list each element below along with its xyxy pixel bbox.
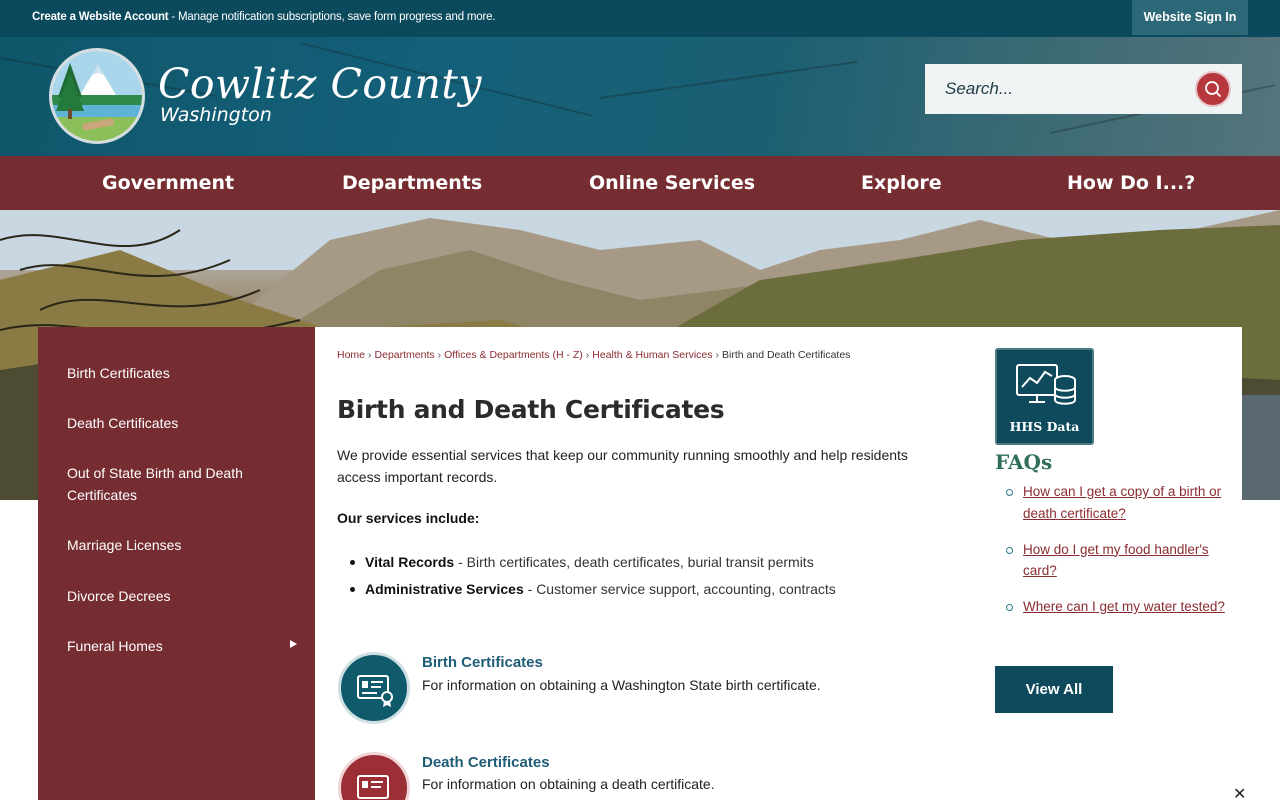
website-sign-in-button[interactable]: Website Sign In bbox=[1132, 0, 1248, 35]
list-item: Administrative Services - Customer servi… bbox=[350, 576, 925, 603]
death-certificate-card-icon[interactable] bbox=[338, 752, 410, 800]
sidebar-menu: Birth Certificates Death Certificates Ou… bbox=[38, 327, 315, 800]
search-icon bbox=[1205, 81, 1221, 97]
account-message: Create a Website Account - Manage notifi… bbox=[32, 11, 495, 23]
sidebar-item-marriage-licenses[interactable]: Marriage Licenses bbox=[67, 534, 267, 556]
birth-certificates-desc: For information on obtaining a Washingto… bbox=[422, 677, 821, 693]
nav-departments[interactable]: Departments bbox=[342, 156, 482, 210]
list-item: How do I get my food handler's card? bbox=[1006, 539, 1233, 582]
service-name: Administrative Services bbox=[365, 581, 524, 597]
brand-name[interactable]: Cowlitz County bbox=[158, 60, 482, 108]
breadcrumb: Home › Departments › Offices & Departments (… bbox=[337, 349, 850, 361]
death-certificates-link[interactable]: Death Certificates bbox=[422, 754, 550, 771]
decorative-branch bbox=[599, 60, 858, 99]
intro-text: We provide essential services that keep … bbox=[337, 447, 908, 485]
faq-link[interactable]: Where can I get my water tested? bbox=[1023, 599, 1225, 614]
birth-certificate-card-icon[interactable] bbox=[338, 652, 410, 724]
faq-link[interactable]: How do I get my food handler's card? bbox=[1023, 542, 1209, 579]
hhs-data-tile[interactable]: HHS Data bbox=[995, 348, 1094, 445]
breadcrumb-home[interactable]: Home bbox=[337, 349, 365, 361]
breadcrumb-separator: › bbox=[368, 349, 372, 361]
account-message-text: - Manage notification subscriptions, sav… bbox=[168, 11, 496, 23]
certificate-icon bbox=[357, 675, 393, 707]
nav-how-do-i[interactable]: How Do I...? bbox=[1067, 156, 1195, 210]
list-item: How can I get a copy of a birth or death… bbox=[1006, 481, 1233, 524]
faq-link[interactable]: How can I get a copy of a birth or death… bbox=[1023, 484, 1221, 521]
sidebar-item-death-certificates[interactable]: Death Certificates bbox=[67, 412, 267, 434]
create-account-link[interactable]: Create a Website Account bbox=[32, 11, 169, 23]
nav-online-services[interactable]: Online Services bbox=[589, 156, 755, 210]
utility-bar: Create a Website Account - Manage notifi… bbox=[0, 0, 1280, 37]
close-icon[interactable]: ✕ bbox=[1233, 787, 1246, 800]
page-title: Birth and Death Certificates bbox=[337, 395, 725, 424]
list-item: Where can I get my water tested? bbox=[1006, 596, 1233, 618]
faq-heading: FAQs bbox=[995, 450, 1053, 474]
sidebar-item-out-of-state[interactable]: Out of State Birth and Death Certificate… bbox=[67, 462, 267, 506]
list-item: Vital Records - Birth certificates, deat… bbox=[350, 549, 925, 576]
county-logo[interactable] bbox=[49, 48, 145, 144]
service-desc: - Customer service support, accounting, … bbox=[523, 581, 836, 597]
nav-government[interactable]: Government bbox=[102, 156, 234, 210]
search-box bbox=[925, 64, 1242, 114]
service-name: Vital Records bbox=[365, 554, 455, 570]
breadcrumb-offices[interactable]: Offices & Departments (H - Z) bbox=[444, 349, 583, 361]
certificate-icon bbox=[357, 775, 389, 799]
breadcrumb-current: Birth and Death Certificates bbox=[722, 349, 851, 361]
birth-certificates-link[interactable]: Birth Certificates bbox=[422, 654, 543, 671]
faq-list: How can I get a copy of a birth or death… bbox=[1006, 481, 1233, 632]
breadcrumb-health-human-services[interactable]: Health & Human Services bbox=[592, 349, 712, 361]
expand-arrow-icon[interactable] bbox=[290, 640, 297, 648]
breadcrumb-departments[interactable]: Departments bbox=[375, 349, 435, 361]
view-all-button[interactable]: View All bbox=[995, 666, 1113, 713]
main-navigation: Government Departments Online Services E… bbox=[0, 156, 1280, 210]
services-heading: Our services include: bbox=[337, 510, 480, 526]
services-list: Vital Records - Birth certificates, deat… bbox=[350, 549, 925, 603]
sidebar-item-funeral-homes[interactable]: Funeral Homes bbox=[67, 635, 267, 657]
site-header: Cowlitz County Washington bbox=[0, 37, 1280, 156]
county-seal-icon bbox=[52, 51, 142, 141]
hhs-data-label: HHS Data bbox=[1009, 419, 1080, 434]
brand-subtitle: Washington bbox=[160, 104, 272, 126]
sidebar-item-divorce-decrees[interactable]: Divorce Decrees bbox=[67, 585, 267, 607]
main-content: Home › Departments › Offices & Departments (… bbox=[315, 327, 1242, 800]
death-certificates-desc: For information on obtaining a death cer… bbox=[422, 776, 715, 792]
service-desc: - Birth certificates, death certificates… bbox=[454, 554, 814, 570]
breadcrumb-separator: › bbox=[585, 349, 590, 361]
data-dashboard-icon bbox=[1016, 364, 1076, 405]
breadcrumb-separator: › bbox=[437, 349, 442, 361]
breadcrumb-separator: › bbox=[715, 349, 720, 361]
search-button[interactable] bbox=[1195, 71, 1231, 107]
search-input[interactable] bbox=[925, 64, 1185, 114]
nav-explore[interactable]: Explore bbox=[861, 156, 942, 210]
sidebar-item-birth-certificates[interactable]: Birth Certificates bbox=[67, 362, 267, 384]
